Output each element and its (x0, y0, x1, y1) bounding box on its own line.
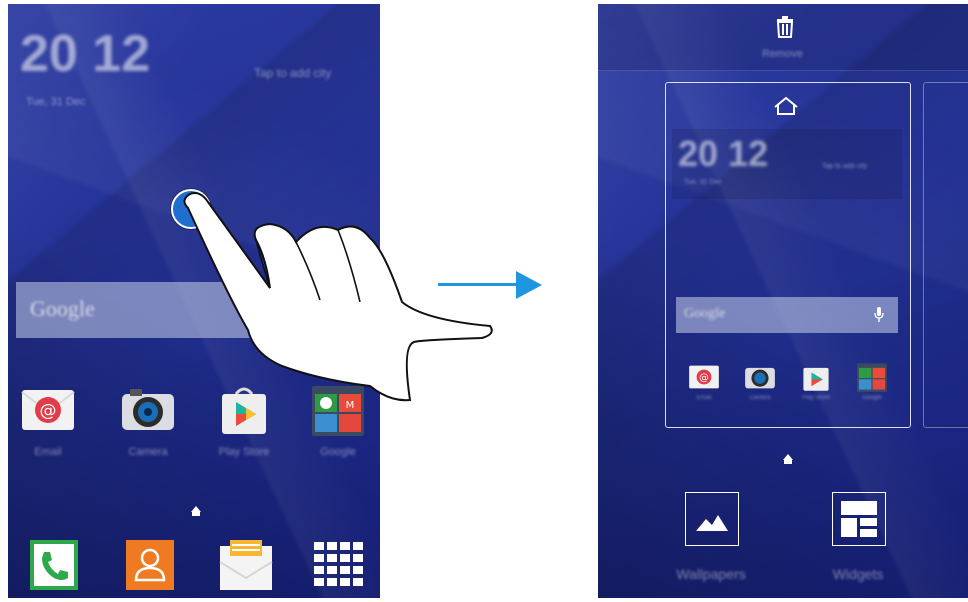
home-page-indicator (783, 454, 793, 464)
email-icon[interactable]: @ (20, 382, 76, 438)
email-icon: @ (688, 361, 720, 393)
home-page-preview[interactable]: 20 12 Tue, 31 Dec Tap to add city Google… (665, 82, 911, 428)
home-edit-screen: Remove 20 12 Tue, 31 Dec Tap to add city… (598, 4, 968, 598)
widgets-option[interactable] (832, 492, 886, 546)
widgets-label: Widgets (832, 566, 884, 582)
home-icon[interactable] (772, 95, 800, 117)
svg-text:@: @ (699, 372, 709, 383)
wallpapers-option[interactable] (685, 492, 739, 546)
preview-add-city: Tap to add city (822, 163, 868, 170)
search-label: Google (30, 296, 95, 321)
preview-clock-date: Tue, 31 Dec (684, 179, 722, 186)
wallpapers-label: Wallpapers (676, 566, 746, 582)
messages-icon[interactable] (218, 538, 274, 594)
wallpaper-icon (696, 515, 728, 531)
contacts-icon[interactable] (124, 538, 180, 594)
phone-icon[interactable] (28, 538, 84, 594)
preview-clock-time: 20 12 (678, 133, 769, 174)
add-city-text[interactable]: Tap to add city (254, 66, 331, 80)
app-label: Play Store (218, 446, 270, 458)
hand-gesture-icon (183, 192, 493, 402)
clock-widget-preview: 20 12 Tue, 31 Dec Tap to add city (672, 129, 902, 199)
trash-icon (776, 16, 794, 38)
transition-arrow-head (516, 271, 542, 299)
apps-grid-icon[interactable] (312, 538, 368, 594)
camera-icon (744, 361, 776, 393)
app-label: Camera (128, 446, 168, 458)
mic-icon (874, 307, 884, 322)
preview-search-bar: Google (676, 297, 898, 333)
clock-date: Tue, 31 Dec (26, 96, 86, 108)
widgets-icon (841, 501, 877, 537)
clock-time[interactable]: 20 12 (20, 24, 150, 84)
app-label: Email (34, 446, 62, 458)
google-folder-icon (856, 361, 888, 393)
app-label: Google (320, 446, 356, 458)
svg-text:@: @ (40, 401, 57, 421)
play-store-icon (800, 361, 832, 393)
preview-search-label: Google (684, 306, 726, 321)
home-page-indicator (191, 506, 201, 516)
transition-arrow (438, 283, 520, 286)
camera-icon[interactable] (120, 382, 176, 438)
remove-label: Remove (762, 48, 803, 60)
next-page-preview[interactable] (923, 82, 968, 428)
remove-bar[interactable]: Remove (598, 4, 968, 71)
preview-app-label: Google (862, 395, 882, 401)
